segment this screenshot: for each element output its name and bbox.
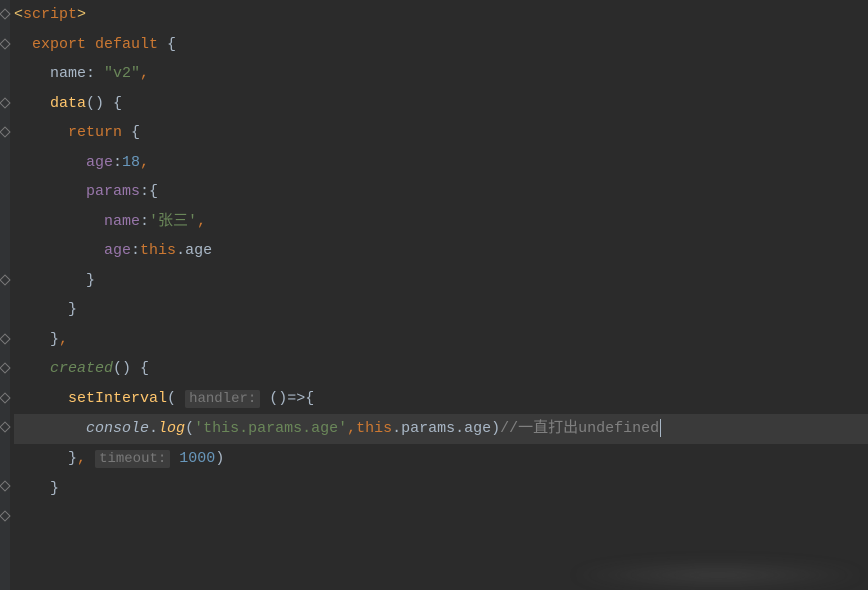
code-line[interactable]: name: "v2", xyxy=(14,59,868,89)
code-editor[interactable]: <script> export default { name: "v2", da… xyxy=(14,0,868,504)
parameter-hint: handler: xyxy=(185,390,260,408)
code-line[interactable]: }, timeout: 1000) xyxy=(14,444,868,475)
editor-gutter xyxy=(0,0,10,590)
parameter-hint: timeout: xyxy=(95,450,170,468)
code-line[interactable]: } xyxy=(14,295,868,325)
code-line[interactable]: age:18, xyxy=(14,148,868,178)
code-line[interactable]: data() { xyxy=(14,89,868,119)
code-line[interactable]: setInterval( handler: ()=>{ xyxy=(14,384,868,415)
code-line[interactable]: return { xyxy=(14,118,868,148)
text-cursor xyxy=(660,419,661,437)
code-line[interactable]: created() { xyxy=(14,354,868,384)
code-line[interactable]: age:this.age xyxy=(14,236,868,266)
code-line[interactable]: <script> xyxy=(14,0,868,30)
code-line[interactable]: name:'张三', xyxy=(14,207,868,237)
watermark-smudge xyxy=(568,560,868,590)
code-line[interactable]: } xyxy=(14,474,868,504)
code-line[interactable]: } xyxy=(14,266,868,296)
code-line[interactable]: console.log('this.params.age',this.param… xyxy=(14,414,868,444)
code-line[interactable]: params:{ xyxy=(14,177,868,207)
code-line[interactable]: export default { xyxy=(14,30,868,60)
code-line[interactable]: }, xyxy=(14,325,868,355)
